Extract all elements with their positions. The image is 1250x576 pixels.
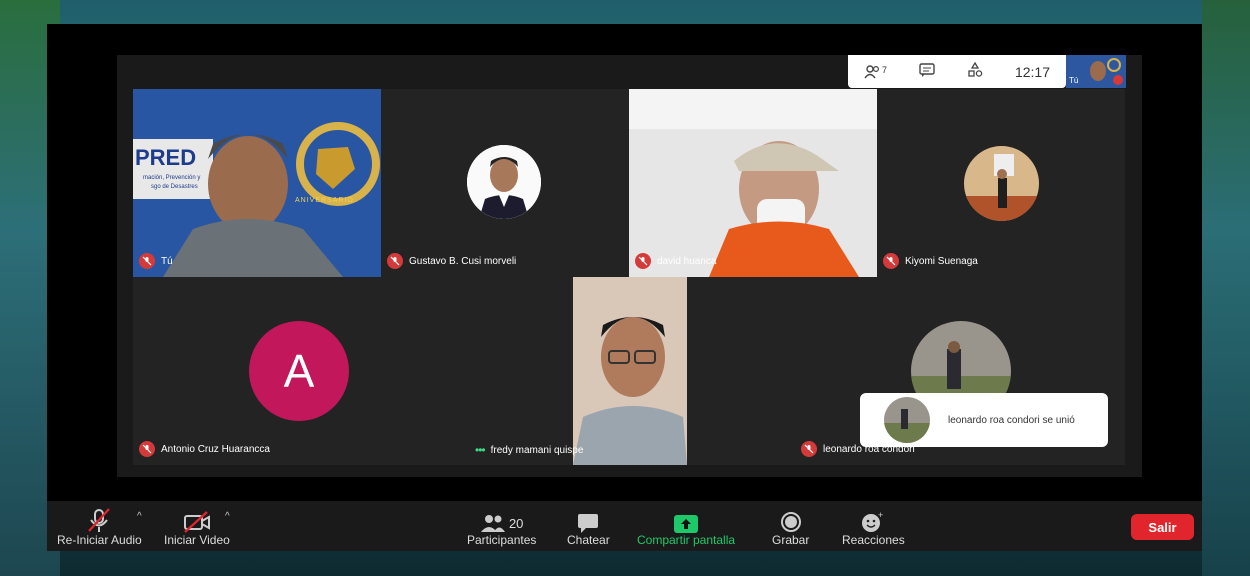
participants-total: 20 <box>508 516 524 531</box>
participants-toolbar-icon-wrap: 20 <box>480 503 523 533</box>
start-video-button[interactable]: Iniciar Video <box>164 503 230 547</box>
meeting-top-bar: 7 12:17 <box>848 55 1066 88</box>
mic-muted-icon <box>1113 75 1123 85</box>
self-name-bar: Tú <box>139 253 173 269</box>
reactions-label: Reacciones <box>842 533 905 547</box>
profile-photo <box>964 146 1039 221</box>
participant-name: david huanca <box>657 255 717 267</box>
participant-name: Kiyomi Suenaga <box>905 255 978 267</box>
participant-tile-gustavo[interactable]: Gustavo B. Cusi morveli <box>381 89 629 277</box>
chat-label: Chatear <box>567 533 610 547</box>
participant-name: fredy mamani quispe <box>490 444 584 456</box>
participant-name: Antonio Cruz Huarancca <box>161 443 270 455</box>
reactions-icon: + <box>861 503 885 533</box>
toast-text: leonardo roa condori se unió <box>948 414 1075 426</box>
self-video-frame <box>133 89 381 277</box>
participant-tile-self[interactable]: Tú PRED mación, Prevención y sgo de Desa… <box>133 89 381 277</box>
mic-muted-icon <box>883 253 899 269</box>
apps-icon[interactable] <box>967 61 983 81</box>
video-label: Iniciar Video <box>164 533 230 547</box>
share-label: Compartir pantalla <box>637 533 736 547</box>
mic-off-icon <box>86 503 112 533</box>
mic-muted-icon <box>387 253 403 269</box>
name-bar: Gustavo B. Cusi morveli <box>387 253 516 269</box>
toast-avatar <box>884 397 930 443</box>
speaking-dots-icon: ••• <box>475 443 486 457</box>
david-video-frame <box>629 89 877 277</box>
participants-button[interactable]: 20 Participantes <box>467 503 536 547</box>
name-bar: Kiyomi Suenaga <box>883 253 978 269</box>
participants-icon[interactable]: 7 <box>864 65 887 79</box>
mic-muted-icon <box>801 441 817 457</box>
banner-brand: PRED <box>135 145 197 170</box>
background-right <box>1202 0 1250 576</box>
mic-muted-icon <box>139 441 155 457</box>
share-screen-icon <box>674 503 699 533</box>
name-bar: ••• fredy mamani quispe <box>475 443 583 457</box>
chat-icon[interactable] <box>919 63 935 80</box>
banner-ring-text: ANIVERSARIO <box>295 197 354 204</box>
participant-tile-kiyomi[interactable]: Kiyomi Suenaga <box>877 89 1125 277</box>
participant-tile-david[interactable]: david huanca <box>629 89 877 277</box>
name-bar: david huanca <box>635 253 717 269</box>
avatar-initial: A <box>249 321 349 421</box>
mic-muted-icon <box>139 253 155 269</box>
participants-toolbar-icon <box>480 515 505 532</box>
share-screen-button[interactable]: Compartir pantalla <box>637 503 735 547</box>
record-label: Grabar <box>772 533 810 547</box>
join-notification[interactable]: leonardo roa condori se unió <box>860 393 1108 447</box>
record-button[interactable]: Grabar <box>772 503 809 547</box>
reactions-button[interactable]: + Reacciones <box>842 503 905 547</box>
participants-label: Participantes <box>467 533 537 547</box>
profile-photo <box>467 145 541 219</box>
self-view-thumbnail[interactable]: Tú <box>1066 55 1126 88</box>
banner-line-1: mación, Prevención y <box>143 175 201 181</box>
unmute-audio-button[interactable]: Re-Iniciar Audio <box>57 503 142 547</box>
participant-tile-fredy[interactable]: ••• fredy mamani quispe <box>463 277 795 465</box>
audio-label: Re-Iniciar Audio <box>57 533 142 547</box>
mic-muted-icon <box>635 253 651 269</box>
chat-toolbar-icon <box>577 503 599 533</box>
chat-button[interactable]: Chatear <box>567 503 610 547</box>
meeting-clock: 12:17 <box>1014 63 1050 80</box>
participant-name: Tú <box>161 255 173 267</box>
self-thumb-label: Tú <box>1069 76 1079 85</box>
name-bar: Antonio Cruz Huarancca <box>139 441 270 457</box>
audio-options-caret-icon[interactable]: ^ <box>137 511 142 522</box>
banner-line-2: sgo de Desastres <box>151 184 198 190</box>
meeting-toolbar: Re-Iniciar Audio ^ Iniciar Video ^ 20 Pa… <box>47 501 1202 551</box>
participant-name: Gustavo B. Cusi morveli <box>409 255 517 267</box>
record-icon <box>780 503 802 533</box>
participants-count: 7 <box>881 64 887 75</box>
fredy-video-frame <box>573 277 687 465</box>
svg-text:+: + <box>878 511 883 520</box>
video-options-caret-icon[interactable]: ^ <box>225 511 230 522</box>
leave-meeting-button[interactable]: Salir <box>1131 514 1194 540</box>
video-off-icon <box>183 503 211 533</box>
participant-tile-antonio[interactable]: A Antonio Cruz Huarancca <box>133 277 463 465</box>
